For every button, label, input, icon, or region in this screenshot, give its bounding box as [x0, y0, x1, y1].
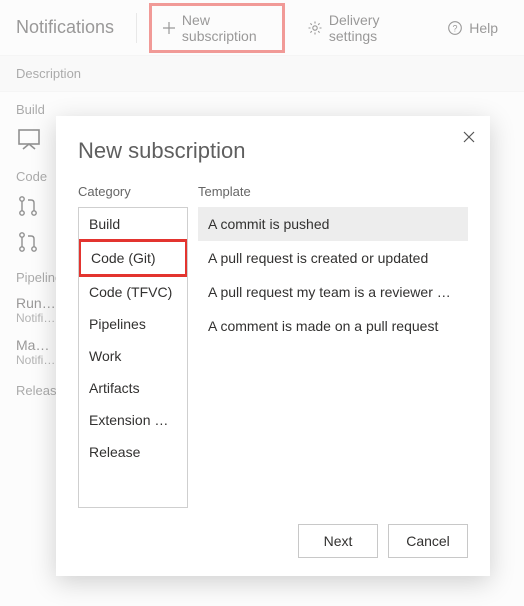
template-item-pr-created[interactable]: A pull request is created or updated — [198, 241, 468, 275]
dialog-title: New subscription — [78, 138, 468, 164]
category-list[interactable]: Build Code (Git) Code (TFVC) Pipelines W… — [78, 207, 188, 508]
category-item-pipelines[interactable]: Pipelines — [79, 308, 187, 340]
cancel-button[interactable]: Cancel — [388, 524, 468, 558]
header-category: Category — [78, 184, 188, 199]
category-item-code-tfvc[interactable]: Code (TFVC) — [79, 276, 187, 308]
category-item-extension[interactable]: Extension management — [79, 404, 187, 436]
category-item-code-git[interactable]: Code (Git) — [78, 239, 188, 277]
category-item-artifacts[interactable]: Artifacts — [79, 372, 187, 404]
dialog-column-headers: Category Template — [78, 184, 468, 199]
template-item-pr-comment[interactable]: A comment is made on a pull request — [198, 309, 468, 343]
next-button[interactable]: Next — [298, 524, 378, 558]
category-item-build[interactable]: Build — [79, 208, 187, 240]
lists-row: Build Code (Git) Code (TFVC) Pipelines W… — [78, 207, 468, 508]
category-item-release[interactable]: Release — [79, 436, 187, 468]
dialog-buttons: Next Cancel — [78, 524, 468, 558]
template-list[interactable]: A commit is pushed A pull request is cre… — [198, 207, 468, 508]
template-item-pr-team-reviewer[interactable]: A pull request my team is a reviewer on … — [198, 275, 468, 309]
new-subscription-dialog: New subscription Category Template Build… — [56, 116, 490, 576]
template-item-commit-pushed[interactable]: A commit is pushed — [198, 207, 468, 241]
dialog-close-button[interactable] — [462, 130, 476, 147]
header-template: Template — [198, 184, 468, 199]
close-icon — [462, 130, 476, 144]
category-item-work[interactable]: Work — [79, 340, 187, 372]
template-list-wrap: A commit is pushed A pull request is cre… — [198, 207, 468, 508]
